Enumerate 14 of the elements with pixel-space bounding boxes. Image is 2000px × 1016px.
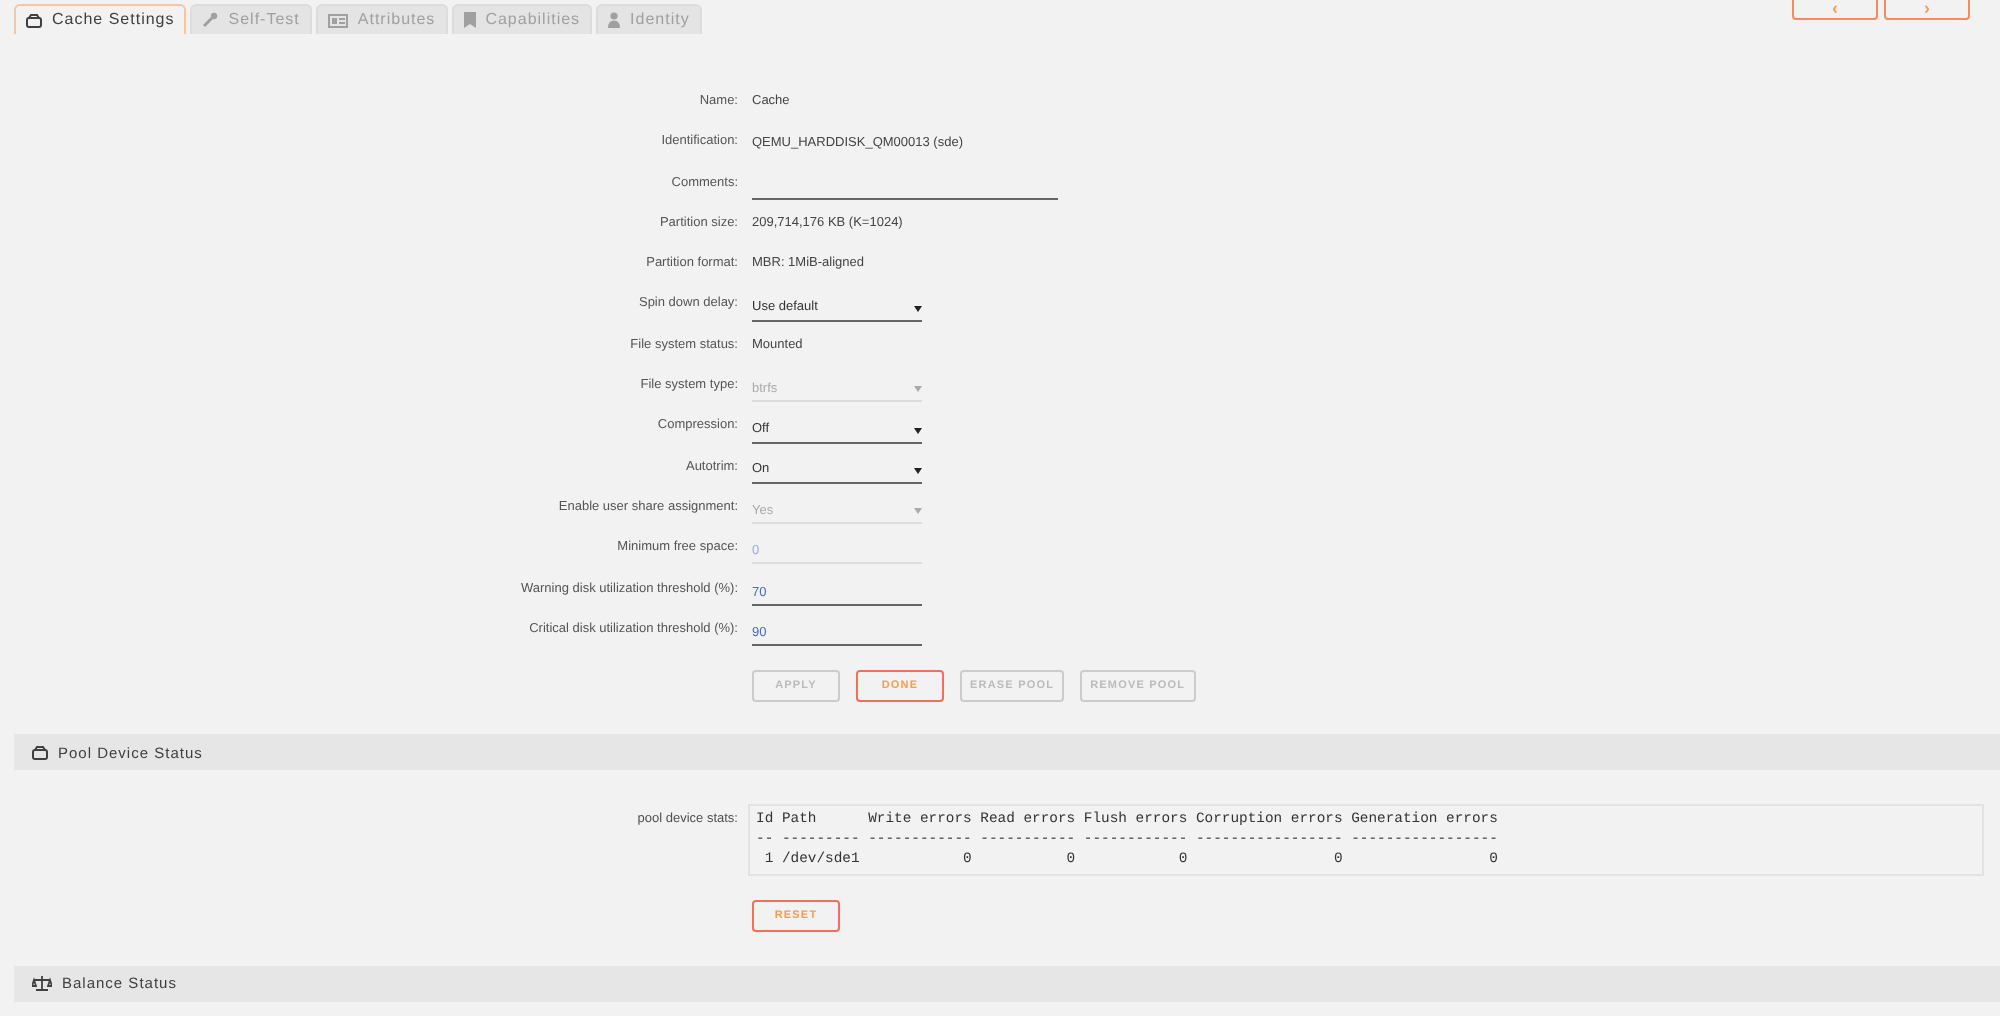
tab[interactable]: Self-Test bbox=[190, 4, 312, 34]
drive-icon bbox=[32, 745, 48, 760]
drive-icon bbox=[26, 13, 42, 27]
wrench-icon bbox=[202, 12, 219, 28]
nav-button[interactable]: ‹ bbox=[1792, 0, 1878, 20]
scale-icon bbox=[32, 976, 52, 993]
user-icon bbox=[608, 12, 621, 28]
nav-button[interactable]: › bbox=[1884, 0, 1970, 20]
tab[interactable]: Identity bbox=[596, 4, 702, 34]
tab[interactable]: Capabilities bbox=[451, 4, 593, 34]
tab[interactable]: Attributes bbox=[315, 4, 448, 34]
id-card-icon bbox=[327, 13, 348, 27]
bookmark-icon bbox=[463, 12, 476, 28]
tab[interactable]: Cache Settings bbox=[14, 4, 187, 34]
